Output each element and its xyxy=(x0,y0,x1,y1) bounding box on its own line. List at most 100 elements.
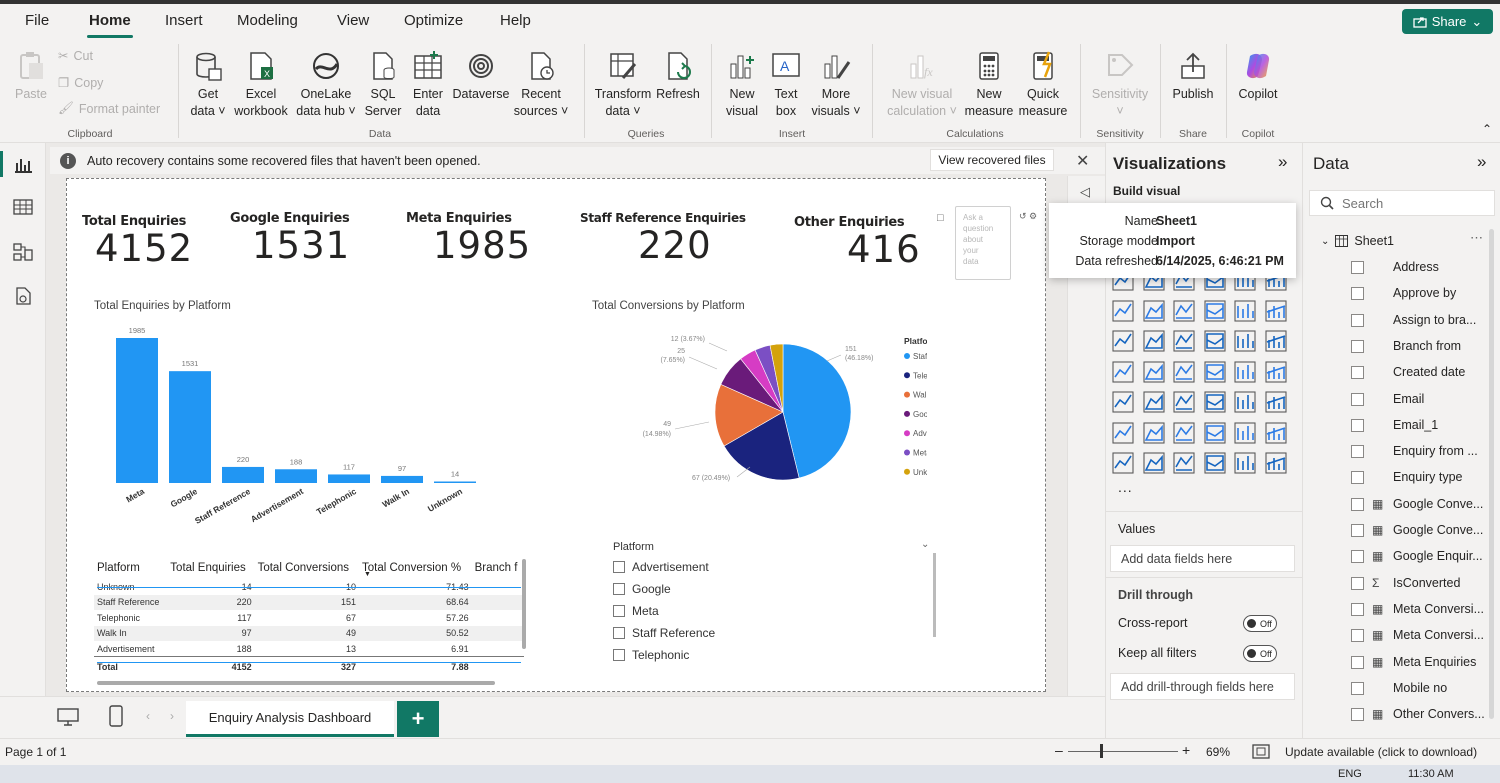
add-page-button[interactable]: + xyxy=(397,701,439,737)
bar-chart[interactable]: 1985 Meta 1531 Google 220 Staff Reference 188 A… xyxy=(92,317,492,527)
visual-type-icon[interactable] xyxy=(1112,452,1134,474)
sensitivity-button[interactable]: Sensitivity ˅ xyxy=(1088,50,1152,120)
visual-type-icon[interactable] xyxy=(1142,452,1165,474)
visual-type-icon[interactable] xyxy=(1173,421,1195,444)
table-row[interactable]: Walk In 97 49 50.52 xyxy=(94,625,524,641)
visual-type-icon[interactable] xyxy=(1142,330,1165,352)
visual-type-icon[interactable] xyxy=(1264,421,1287,444)
copy-button[interactable]: ❐ Copy xyxy=(58,75,103,91)
data-field-item[interactable]: ▦ Other Convers... xyxy=(1351,707,1491,725)
field-checkbox[interactable] xyxy=(1351,392,1364,406)
slicer-item[interactable]: Meta xyxy=(613,604,659,618)
data-field-item[interactable]: Approve by xyxy=(1351,286,1491,304)
visual-type-icon[interactable] xyxy=(1234,391,1256,413)
slicer-item[interactable]: Google xyxy=(613,582,671,596)
column-header[interactable]: Total Conversions xyxy=(255,557,359,579)
field-checkbox[interactable] xyxy=(1351,471,1364,485)
data-search-box[interactable] xyxy=(1309,190,1495,216)
visual-type-icon[interactable] xyxy=(1203,330,1226,352)
qa-visual[interactable]: Ask a question about your data xyxy=(955,206,1011,280)
zoom-slider-thumb[interactable] xyxy=(1100,744,1103,758)
report-view-icon[interactable] xyxy=(13,155,33,173)
platform-table[interactable]: Platform Total Enquiries Total Conversio… xyxy=(94,557,524,677)
bar[interactable] xyxy=(222,466,264,483)
field-checkbox[interactable] xyxy=(1351,655,1364,669)
visual-type-icon[interactable] xyxy=(1264,299,1287,322)
field-checkbox[interactable] xyxy=(1351,524,1364,537)
visual-type-icon[interactable] xyxy=(1264,360,1287,383)
format-painter-button[interactable]: 🖌 Format painter xyxy=(58,101,160,116)
data-field-item[interactable]: Assign to bra... xyxy=(1351,313,1491,331)
onelake-data-hub-button[interactable]: OneLake data hub ˅ xyxy=(294,50,358,120)
visual-type-icon[interactable] xyxy=(1264,330,1287,352)
legend-label[interactable]: Unknown xyxy=(913,468,927,477)
fit-to-page-icon[interactable] xyxy=(1252,744,1270,759)
update-available-link[interactable]: Update available (click to download) xyxy=(1285,745,1477,759)
visual-header-icons[interactable]: ↺ ⚙ xyxy=(1019,211,1037,222)
data-pane-scrollbar[interactable] xyxy=(1489,229,1494,719)
checkbox[interactable] xyxy=(613,561,625,573)
visual-type-icon[interactable] xyxy=(1112,421,1134,444)
cross-report-toggle[interactable]: Off xyxy=(1243,615,1277,632)
mobile-layout-icon[interactable] xyxy=(108,705,124,727)
dataverse-button[interactable]: Dataverse xyxy=(452,50,510,103)
chevron-right-icon[interactable]: › xyxy=(170,709,174,723)
column-header[interactable]: Branch f xyxy=(472,557,524,579)
menu-file[interactable]: File xyxy=(25,12,49,29)
table-row[interactable]: Advertisement 188 13 6.91 xyxy=(94,641,524,657)
visual-type-icon[interactable] xyxy=(1173,330,1195,352)
excel-workbook-button[interactable]: X Excel workbook xyxy=(230,50,292,120)
data-field-item[interactable]: Mobile no xyxy=(1351,681,1491,699)
visual-type-icon[interactable] xyxy=(1234,360,1256,383)
menu-help[interactable]: Help xyxy=(500,12,531,29)
visual-type-icon[interactable] xyxy=(1203,421,1226,444)
bar[interactable] xyxy=(434,481,476,484)
visual-type-icon[interactable] xyxy=(1234,330,1256,352)
text-box-button[interactable]: A Text box xyxy=(766,50,806,120)
visual-type-icon[interactable] xyxy=(1203,299,1226,322)
legend-label[interactable]: Advertisement xyxy=(913,429,927,438)
data-field-item[interactable]: Email_1 xyxy=(1351,418,1491,436)
legend-label[interactable]: Telephonic xyxy=(913,371,927,380)
data-field-item[interactable]: Created date xyxy=(1351,365,1491,383)
field-checkbox[interactable] xyxy=(1351,366,1364,380)
chevron-down-icon[interactable]: ⌄ xyxy=(921,539,929,550)
menu-view[interactable]: View xyxy=(337,12,369,29)
menu-optimize[interactable]: Optimize xyxy=(404,12,463,29)
checkbox[interactable] xyxy=(613,605,625,617)
field-checkbox[interactable] xyxy=(1351,313,1364,327)
data-field-item[interactable]: ▦ Meta Conversi... xyxy=(1351,602,1491,620)
data-field-item[interactable]: Branch from xyxy=(1351,339,1491,357)
enter-data-button[interactable]: Enter data xyxy=(408,50,448,120)
visual-type-icon[interactable] xyxy=(1142,421,1165,444)
model-view-icon[interactable] xyxy=(13,242,33,262)
field-checkbox[interactable] xyxy=(1351,497,1364,511)
visual-type-icon[interactable] xyxy=(1234,452,1256,474)
data-field-item[interactable]: ▦ Google Conve... xyxy=(1351,523,1491,541)
page-tab-enquiry-analysis[interactable]: Enquiry Analysis Dashboard xyxy=(186,701,394,737)
data-field-item[interactable]: Enquiry type xyxy=(1351,470,1491,488)
more-visuals-button[interactable]: More visuals ˅ xyxy=(808,50,864,120)
menu-home[interactable]: Home xyxy=(87,12,133,38)
paste-button[interactable]: Paste xyxy=(12,50,50,103)
table-horizontal-scrollbar[interactable] xyxy=(97,681,495,685)
column-header[interactable]: Platform xyxy=(94,557,167,579)
values-drop-zone[interactable]: Add data fields here xyxy=(1110,545,1295,572)
visual-type-icon[interactable] xyxy=(1234,421,1256,444)
zoom-slider-track[interactable] xyxy=(1068,751,1178,752)
field-checkbox[interactable] xyxy=(1351,339,1364,353)
data-field-item[interactable]: Σ IsConverted xyxy=(1351,576,1491,594)
data-field-item[interactable]: Address xyxy=(1351,260,1491,278)
legend-label[interactable]: Meta xyxy=(913,449,927,458)
field-checkbox[interactable] xyxy=(1351,629,1364,643)
checkbox[interactable] xyxy=(613,649,625,661)
field-checkbox[interactable] xyxy=(1351,602,1364,616)
data-field-item[interactable]: ▦ Meta Enquiries xyxy=(1351,655,1491,673)
chevron-left-icon[interactable]: ‹ xyxy=(146,709,150,723)
visual-type-icon[interactable] xyxy=(1203,452,1226,474)
publish-button[interactable]: Publish xyxy=(1166,50,1220,103)
new-visual-calculation-button[interactable]: fx New visual calculation ˅ xyxy=(880,50,964,120)
keep-filters-toggle[interactable]: Off xyxy=(1243,645,1277,662)
slicer-item[interactable]: Staff Reference xyxy=(613,626,715,640)
data-field-item[interactable]: ▦ Google Conve... xyxy=(1351,497,1491,515)
